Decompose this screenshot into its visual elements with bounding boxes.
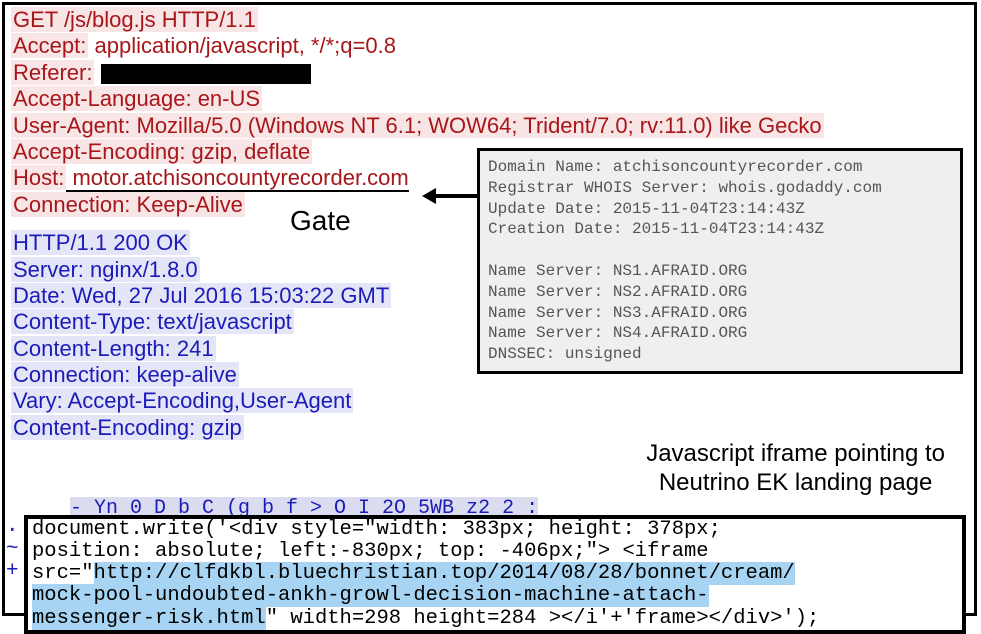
whois-update-date: Update Date: 2015-11-04T23:14:43Z xyxy=(488,200,805,218)
whois-domain: Domain Name: atchisoncountyrecorder.com xyxy=(488,158,862,176)
js-iframe-code: document.write('<div style="width: 383px… xyxy=(24,515,966,634)
http-content-encoding: Content-Encoding: gzip xyxy=(11,415,968,441)
code-line-2: position: absolute; left:-830px; top: -4… xyxy=(28,541,962,563)
http-vary: Vary: Accept-Encoding,User-Agent xyxy=(11,388,968,414)
whois-dnssec: DNSSEC: unsigned xyxy=(488,345,642,363)
code-line-4: mock-pool-undoubted-ankh-growl-decision-… xyxy=(28,585,962,607)
redacted-referer xyxy=(101,64,311,84)
whois-ns3: Name Server: NS3.AFRAID.ORG xyxy=(488,304,747,322)
iframe-caption-l2: Neutrino EK landing page xyxy=(646,469,945,498)
whois-ns1: Name Server: NS1.AFRAID.ORG xyxy=(488,262,747,280)
code-line-5: messenger-risk.html" width=298 height=28… xyxy=(28,608,962,630)
malicious-url: http://clfdkbl.bluechristian.top/2014/08… xyxy=(94,562,795,585)
line-prefix-column: . ~ + xyxy=(6,516,19,584)
whois-ns2: Name Server: NS2.AFRAID.ORG xyxy=(488,283,747,301)
http-accept-language: Accept-Language: en-US xyxy=(11,86,968,112)
whois-registrar: Registrar WHOIS Server: whois.godaddy.co… xyxy=(488,179,882,197)
whois-box: Domain Name: atchisoncountyrecorder.com … xyxy=(477,148,963,374)
whois-creation-date: Creation Date: 2015-11-04T23:14:43Z xyxy=(488,220,824,238)
http-referer: Referer: xyxy=(11,60,968,86)
http-accept: Accept: application/javascript, */*;q=0.… xyxy=(11,33,968,59)
http-get-line: GET /js/blog.js HTTP/1.1 xyxy=(11,7,968,33)
gate-label: Gate xyxy=(290,205,351,237)
http-user-agent: User-Agent: Mozilla/5.0 (Windows NT 6.1;… xyxy=(11,113,968,139)
whois-ns4: Name Server: NS4.AFRAID.ORG xyxy=(488,324,747,342)
iframe-caption-l1: Javascript iframe pointing to xyxy=(646,440,945,469)
code-line-3: src="http://clfdkbl.bluechristian.top/20… xyxy=(28,563,962,585)
gate-host: motor.atchisoncountyrecorder.com xyxy=(66,165,408,192)
code-line-1: document.write('<div style="width: 383px… xyxy=(28,519,962,541)
iframe-caption: Javascript iframe pointing to Neutrino E… xyxy=(646,440,945,498)
